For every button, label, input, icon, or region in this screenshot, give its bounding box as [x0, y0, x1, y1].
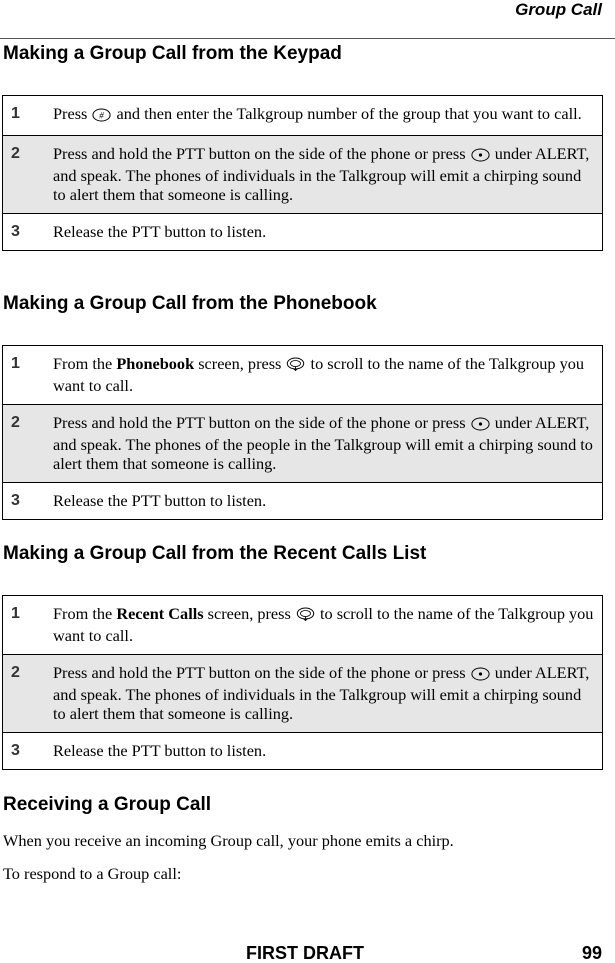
- step-row: 1 From the Recent Calls screen, press to…: [2, 595, 603, 655]
- svg-text:#: #: [100, 111, 105, 121]
- steps-table-recent-calls: 1 From the Recent Calls screen, press to…: [2, 595, 603, 770]
- step-text: From the Recent Calls screen, press to s…: [53, 604, 594, 645]
- step-number: 1: [11, 355, 20, 372]
- steps-table-phonebook: 1 From the Phonebook screen, press to sc…: [2, 345, 603, 520]
- pound-key-icon: #: [92, 107, 112, 126]
- center-select-key-icon: [471, 416, 490, 435]
- step-row: 2 Press and hold the PTT button on the s…: [2, 654, 603, 733]
- step-number: 1: [11, 605, 20, 622]
- step-row: 3 Release the PTT button to listen.: [2, 732, 603, 770]
- running-header-title: Group Call: [515, 0, 602, 19]
- step-row: 3 Release the PTT button to listen.: [2, 482, 603, 520]
- step-text: Release the PTT button to listen.: [53, 491, 267, 510]
- center-select-key-icon: [471, 147, 490, 166]
- step-row: 1 Press # and then enter the Talkgroup n…: [2, 95, 603, 136]
- section-heading-recent-calls: Making a Group Call from the Recent Call…: [3, 543, 427, 564]
- step-row: 2 Press and hold the PTT button on the s…: [2, 135, 603, 214]
- center-select-key-icon: [471, 666, 490, 685]
- step-number: 3: [11, 223, 20, 240]
- step-text: Press and hold the PTT button on the sid…: [53, 144, 590, 204]
- step-number: 1: [11, 105, 20, 122]
- section-heading-keypad: Making a Group Call from the Keypad: [3, 43, 342, 64]
- body-paragraph: To respond to a Group call:: [3, 864, 182, 883]
- step-text: Press and hold the PTT button on the sid…: [53, 413, 593, 473]
- step-text: Press and hold the PTT button on the sid…: [53, 663, 590, 723]
- footer-page-number: 99: [581, 943, 602, 963]
- step-number: 2: [11, 664, 20, 681]
- section-heading-receiving: Receiving a Group Call: [3, 794, 211, 815]
- step-text: Release the PTT button to listen.: [53, 222, 267, 241]
- step-number: 3: [11, 742, 20, 759]
- navigation-key-icon: [286, 357, 305, 376]
- footer-draft-label: FIRST DRAFT: [246, 943, 364, 963]
- step-row: 1 From the Phonebook screen, press to sc…: [2, 345, 603, 405]
- section-heading-phonebook: Making a Group Call from the Phonebook: [3, 293, 377, 314]
- step-row: 2 Press and hold the PTT button on the s…: [2, 404, 603, 483]
- step-text: From the Phonebook screen, press to scro…: [53, 354, 585, 395]
- step-number: 2: [11, 414, 20, 431]
- step-row: 3 Release the PTT button to listen.: [2, 213, 603, 251]
- navigation-key-icon: [296, 607, 315, 626]
- step-text: Release the PTT button to listen.: [53, 741, 267, 760]
- step-number: 3: [11, 492, 20, 509]
- body-paragraph: When you receive an incoming Group call,…: [3, 831, 454, 850]
- header-rule: [0, 38, 615, 39]
- step-number: 2: [11, 145, 20, 162]
- steps-table-keypad: 1 Press # and then enter the Talkgroup n…: [2, 95, 603, 251]
- step-text: Press # and then enter the Talkgroup num…: [53, 104, 596, 126]
